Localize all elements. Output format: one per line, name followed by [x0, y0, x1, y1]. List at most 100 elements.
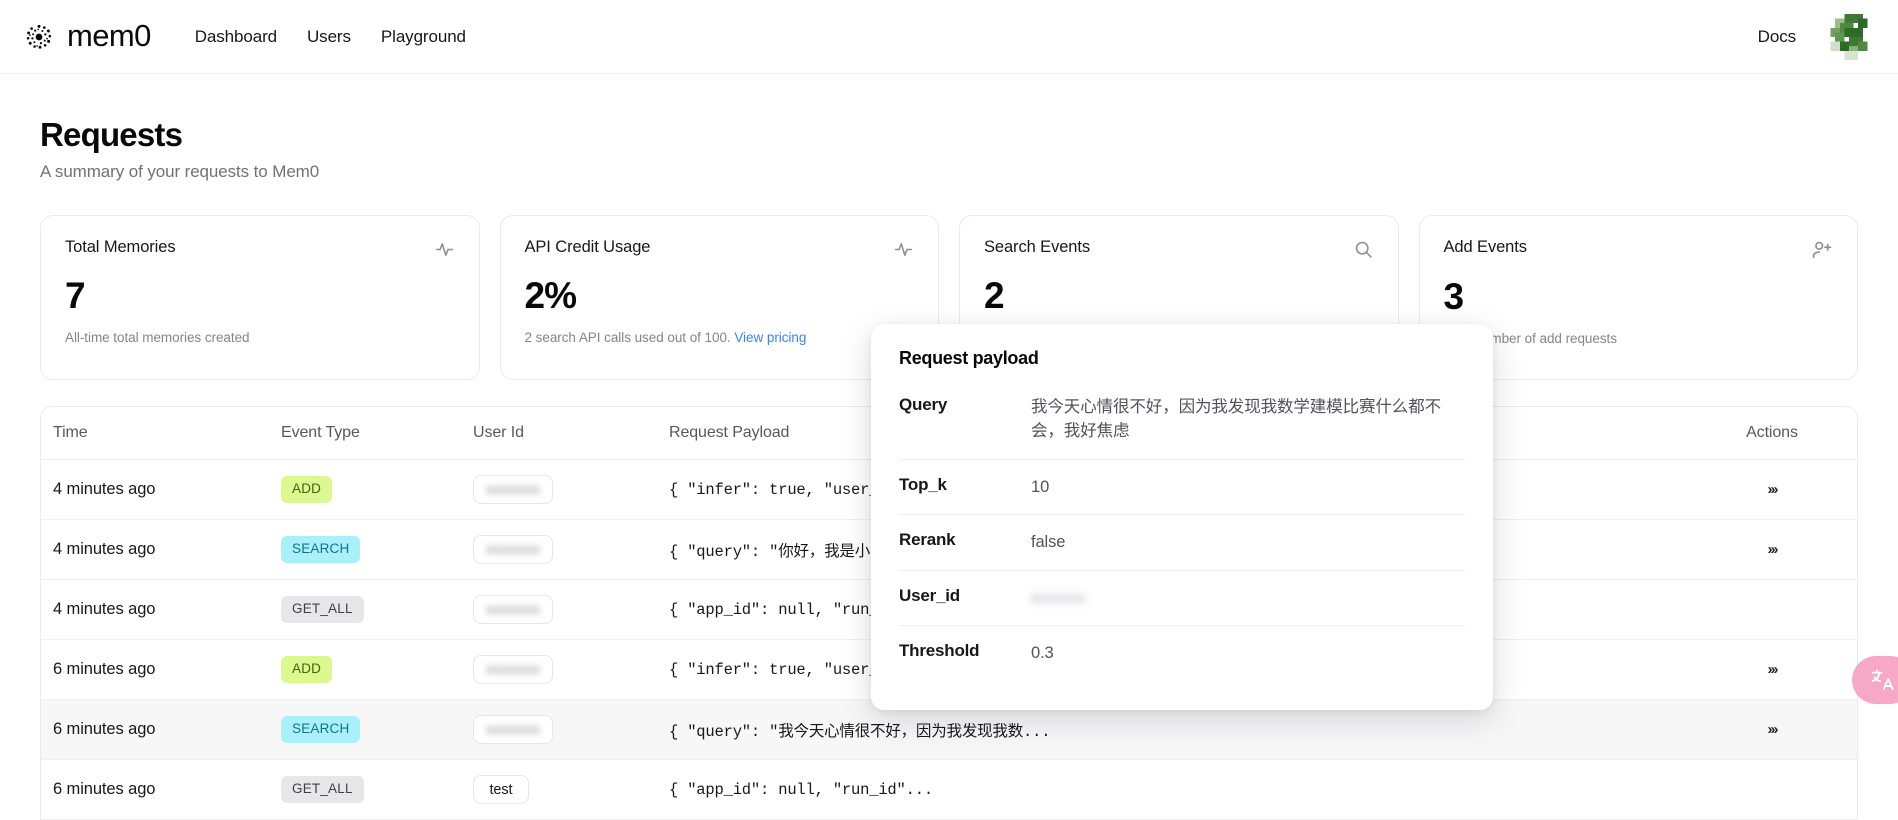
cell-user-id: xxxxxxx [473, 520, 669, 580]
cell-time: 4 minutes ago [41, 520, 281, 580]
popup-field-key: User_id [899, 586, 1031, 606]
status-badge: SEARCH [281, 716, 360, 742]
popup-field-value: false [1031, 530, 1065, 554]
popup-field-value-redacted: xxxxxx [1031, 586, 1087, 610]
cell-user-id: xxxxxxx [473, 460, 669, 520]
card-total-memories: Total Memories 7 All-time total memories… [40, 215, 480, 380]
card-footer: All-time total memories created [65, 330, 455, 345]
card-value: 2% [525, 277, 915, 316]
redacted-user-id: xxxxxxx [486, 722, 540, 738]
user-id-pill: xxxxxxx [473, 715, 553, 744]
user-id-pill: test [473, 775, 529, 804]
card-value: 7 [65, 277, 455, 316]
expand-payload-button[interactable]: ››› [1768, 481, 1777, 498]
view-pricing-link[interactable]: View pricing [734, 330, 806, 345]
redacted-user-id: xxxxxxx [486, 482, 540, 498]
card-title: Search Events [984, 238, 1090, 257]
card-header: Add Events [1444, 238, 1834, 261]
cell-event-type: GET_ALL [281, 580, 473, 640]
popup-field-row: Rerankfalse [899, 514, 1465, 569]
cell-user-id: xxxxxxx [473, 580, 669, 640]
card-title: Total Memories [65, 238, 175, 257]
cell-event-type: ADD [281, 640, 473, 700]
card-header: Total Memories [65, 238, 455, 260]
cell-user-id: xxxxxxx [473, 640, 669, 700]
popup-field-key: Query [899, 395, 1031, 415]
popup-field-row: Top_k10 [899, 459, 1465, 514]
cell-actions: ››› [1687, 640, 1857, 700]
cell-event-type: SEARCH [281, 520, 473, 580]
cell-time: 6 minutes ago [41, 700, 281, 760]
top-navbar: mem0 Dashboard Users Playground Docs [0, 0, 1898, 74]
cell-user-id: xxxxxxx [473, 700, 669, 760]
card-value: 3 [1444, 278, 1834, 317]
popup-field-list: Query我今天心情很不好，因为我发现我数学建模比赛什么都不会，我好焦虑Top_… [899, 387, 1465, 680]
card-footer: Total number of add requests [1444, 331, 1834, 346]
card-footer-text: 2 search API calls used out of 100. [525, 330, 735, 345]
activity-pulse-icon [434, 239, 455, 260]
expand-payload-button[interactable]: ››› [1768, 721, 1777, 738]
redacted-user-id: xxxxxxx [486, 662, 540, 678]
column-header-time: Time [41, 407, 281, 460]
nav-link-docs[interactable]: Docs [1758, 27, 1796, 47]
card-footer: 2 search API calls used out of 100. View… [525, 330, 915, 345]
cell-time: 6 minutes ago [41, 760, 281, 820]
expand-payload-button[interactable]: ››› [1768, 541, 1777, 558]
status-badge: ADD [281, 476, 332, 502]
avatar-identicon-icon [1826, 14, 1872, 60]
card-header: API Credit Usage [525, 238, 915, 260]
nav-link-playground[interactable]: Playground [381, 27, 466, 47]
user-plus-icon [1811, 239, 1833, 261]
popup-field-value: 0.3 [1031, 641, 1054, 665]
cell-event-type: SEARCH [281, 700, 473, 760]
card-title: Add Events [1444, 238, 1527, 257]
user-id-pill: xxxxxxx [473, 595, 553, 624]
table-row[interactable]: 6 minutes agoGET_ALL test { "app_id": null… [41, 760, 1857, 820]
status-badge: GET_ALL [281, 596, 364, 622]
nav-right-group: Docs [1758, 14, 1872, 60]
cell-actions: ››› [1687, 520, 1857, 580]
page-content: Requests A summary of your requests to M… [0, 116, 1898, 820]
popup-field-key: Rerank [899, 530, 1031, 550]
popup-field-key: Threshold [899, 641, 1031, 661]
expand-payload-button[interactable]: ››› [1768, 661, 1777, 678]
translate-icon [1870, 667, 1896, 693]
redacted-user-id: xxxxxxx [486, 542, 540, 558]
search-icon [1353, 239, 1374, 260]
cell-user-id: test [473, 760, 669, 820]
translate-widget-button[interactable] [1852, 656, 1898, 704]
column-header-user-id: User Id [473, 407, 669, 460]
status-badge: ADD [281, 656, 332, 682]
cell-time: 4 minutes ago [41, 460, 281, 520]
mem0-starburst-logo-icon [22, 20, 56, 54]
cell-actions: ››› [1687, 700, 1857, 760]
cell-time: 4 minutes ago [41, 580, 281, 640]
column-header-actions: Actions [1687, 407, 1857, 460]
popup-field-row: Query我今天心情很不好，因为我发现我数学建模比赛什么都不会，我好焦虑 [899, 387, 1465, 459]
activity-pulse-icon [893, 239, 914, 260]
popup-field-row: User_idxxxxxx [899, 570, 1465, 625]
request-payload-popup: Request payload Query我今天心情很不好，因为我发现我数学建模… [871, 324, 1493, 710]
brand-name: mem0 [67, 20, 151, 51]
page-subtitle: A summary of your requests to Mem0 [40, 162, 1858, 182]
cell-actions [1687, 760, 1857, 820]
cell-event-type: ADD [281, 460, 473, 520]
primary-nav: Dashboard Users Playground [195, 27, 466, 47]
popup-field-key: Top_k [899, 475, 1031, 495]
popup-field-row: Threshold0.3 [899, 625, 1465, 680]
user-id-pill: xxxxxxx [473, 475, 553, 504]
page-title: Requests [40, 116, 1858, 154]
card-title: API Credit Usage [525, 238, 651, 257]
cell-actions [1687, 580, 1857, 640]
redacted-user-id: xxxxxxx [486, 602, 540, 618]
status-badge: SEARCH [281, 536, 360, 562]
user-id-pill: xxxxxxx [473, 655, 553, 684]
status-badge: GET_ALL [281, 776, 364, 802]
brand-logo[interactable]: mem0 [22, 20, 151, 54]
popup-field-value: 我今天心情很不好，因为我发现我数学建模比赛什么都不会，我好焦虑 [1031, 395, 1465, 444]
nav-link-dashboard[interactable]: Dashboard [195, 27, 277, 47]
nav-link-users[interactable]: Users [307, 27, 351, 47]
cell-request-payload: { "app_id": null, "run_id"... [669, 760, 1687, 820]
avatar[interactable] [1826, 14, 1872, 60]
cell-time: 6 minutes ago [41, 640, 281, 700]
